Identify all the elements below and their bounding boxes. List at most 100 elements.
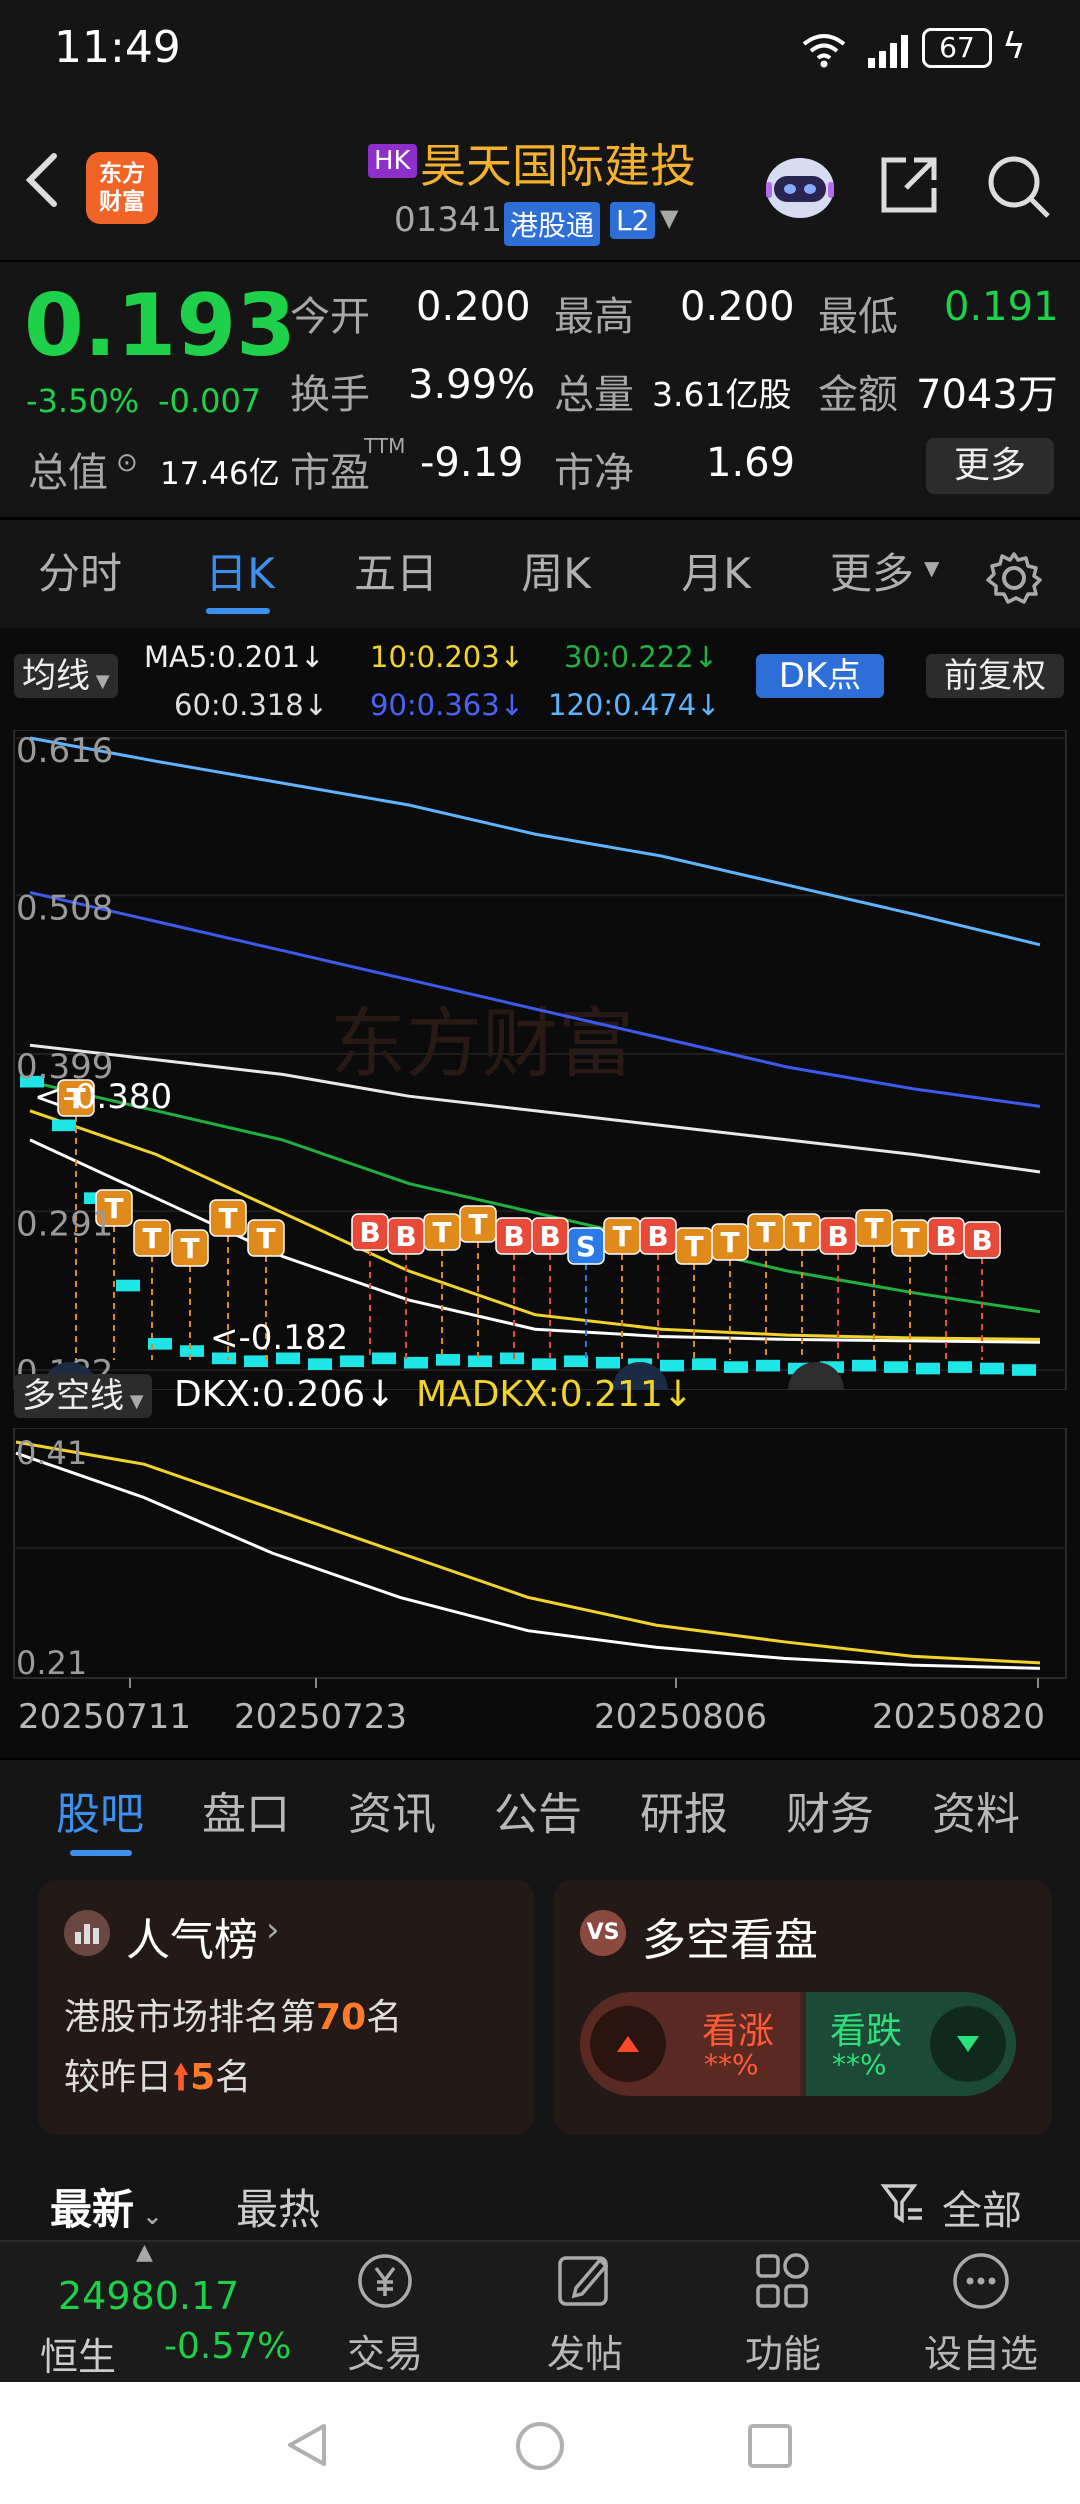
trade-nav[interactable]: 交易 [310,2248,460,2378]
x-tick-label: 20250723 [234,1697,407,1737]
index-change: -0.57% [164,2326,292,2367]
sentiment-title: 多空看盘 [642,1915,818,1966]
tab-monthly-k[interactable]: 月K [666,520,766,628]
tab-weekly-k[interactable]: 周K [506,520,606,628]
robot-assistant-icon[interactable] [760,150,840,222]
ma60-label: 60:0.318↓ [174,688,328,722]
ma-selector[interactable]: 均线 ▼ [14,654,118,698]
rank-change-line: 较昨日🠙5名 [64,2048,251,2112]
battery-icon: 67 [922,28,992,68]
tab-news[interactable]: 资讯 [348,1760,436,1870]
tab-profile[interactable]: 资料 [932,1760,1020,1870]
rank-change-suffix: 名 [215,2057,252,2098]
system-recents-icon[interactable] [746,2422,794,2474]
rank-change-value: 5 [190,2057,216,2098]
caret-down-icon[interactable]: ▼ [924,556,939,580]
y-tick-label: 0.291 [16,1204,113,1244]
system-back-icon[interactable] [282,2420,332,2474]
tab-research[interactable]: 研报 [640,1760,728,1870]
indicator-selector-label: 多空线 [22,1376,124,1416]
pb-label: 市净 [554,450,634,496]
tab-intraday[interactable]: 分时 [30,520,130,628]
indicator-selector[interactable]: 多空线 ▼ [14,1374,152,1418]
status-bar: 11:49 67 ϟ [0,0,1080,100]
bull-label: 看涨 [702,2011,775,2052]
tab-announcements[interactable]: 公告 [494,1760,582,1870]
mcap-label: 总值 [28,450,108,496]
watchlist-nav[interactable]: 设自选 [906,2248,1056,2378]
sentiment-card[interactable]: VS 多空看盘 看涨 **% 看跌 **% [554,1880,1052,2135]
candle [884,1361,908,1373]
feed-filter-bar: 最新 ⌄ 最热 全部 [0,2170,1080,2240]
ma120-label: 120:0.474↓ [548,688,721,722]
gear-icon[interactable] [986,550,1042,610]
pb-value: 1.69 [706,440,796,486]
trade-marker-label: B [971,1224,992,1257]
edit-icon [558,2256,609,2306]
popularity-card[interactable]: 人气榜 › 港股市场排名第70名 较昨日🠙5名 [38,1880,534,2135]
candle [660,1359,684,1372]
hk-badge: HK [368,144,417,178]
bull-vote-button[interactable] [590,2006,666,2082]
search-icon[interactable] [984,152,1054,226]
post-nav[interactable]: 发帖 [510,2248,660,2378]
cards-section: 人气榜 › 港股市场排名第70名 较昨日🠙5名 VS 多空看盘 看涨 **% 看… [0,1870,1080,2170]
trade-marker-label: T [142,1222,161,1255]
candle [692,1358,716,1370]
latest-sort[interactable]: 最新 ⌄ [50,2176,162,2237]
system-home-icon[interactable] [514,2420,566,2476]
bear-vote-button[interactable] [930,2006,1006,2082]
trade-marker-label: T [756,1216,775,1249]
chevron-down-icon[interactable]: ▼ [660,204,678,232]
index-name: 恒生 [40,2335,117,2379]
candle [500,1352,524,1365]
info-icon[interactable]: ⊙ [116,448,138,478]
tab-five-day[interactable]: 五日 [346,520,446,628]
share-icon[interactable] [876,152,942,222]
rank-change-prefix: 较昨日 [64,2057,173,2098]
trade-marker-label: T [792,1216,811,1249]
change-percent: -3.50% [26,382,140,420]
tab-order-book[interactable]: 盘口 [202,1760,290,1870]
filter-icon[interactable] [880,2182,924,2230]
app-logo[interactable]: 东方 财富 [86,152,158,224]
dkx-chart[interactable]: 0.41 0.21 20250711 20250723 20250806 2025082… [0,1428,1080,1758]
adjust-button[interactable]: 前复权 [926,654,1064,698]
caret-up-icon: ▲ [136,2240,153,2265]
ma5-label: MA5:0.201↓ [144,640,325,674]
candle [532,1358,556,1370]
trade-marker-label: B [935,1220,956,1253]
trade-marker-label: T [256,1222,275,1255]
chevron-right-icon: › [266,1910,280,1950]
stock-name: 昊天国际建投 [420,139,696,193]
quote-panel: 0.193 -3.50% -0.007 今开 0.200 最高 0.200 最低… [0,262,1080,517]
trade-marker-label: T [864,1212,883,1245]
charging-icon: ϟ [1002,26,1026,67]
tab-more[interactable]: 更多 [822,520,922,628]
level-badge[interactable]: L2 [610,202,656,239]
hot-sort[interactable]: 最热 [236,2176,320,2237]
tab-financials[interactable]: 财务 [786,1760,874,1870]
turnover-label: 换手 [290,372,370,418]
more-button[interactable]: 更多 [926,438,1054,494]
trade-marker-label: B [395,1220,416,1253]
kline-chart[interactable]: 东方财富 TTT TTT B B T T B B S T B T T T T B T T B B 0.6160.508… [0,730,1080,1390]
trade-marker-label: B [359,1216,380,1249]
index-ticker[interactable]: ▲ 24980.17 恒生 -0.57% [30,2240,292,2382]
back-button[interactable] [22,150,62,214]
min-annotation-value: 0.182 [250,1318,349,1358]
trade-marker-label: B [539,1220,560,1253]
function-nav[interactable]: 功能 [708,2248,858,2378]
dk-points-button[interactable]: DK点 [756,654,884,698]
filter-all[interactable]: 全部 [942,2178,1022,2236]
sentiment-vote-bar: 看涨 **% 看跌 **% [580,1992,1016,2096]
high-label: 最高 [554,294,634,340]
battery-level: 67 [939,31,975,64]
candle [980,1362,1004,1375]
rank-value: 70 [316,1997,367,2038]
candle [116,1279,140,1292]
trade-marker-label: T [612,1220,631,1253]
candle [564,1355,588,1368]
trade-marker-label: T [218,1202,237,1235]
open-value: 0.200 [416,284,531,330]
